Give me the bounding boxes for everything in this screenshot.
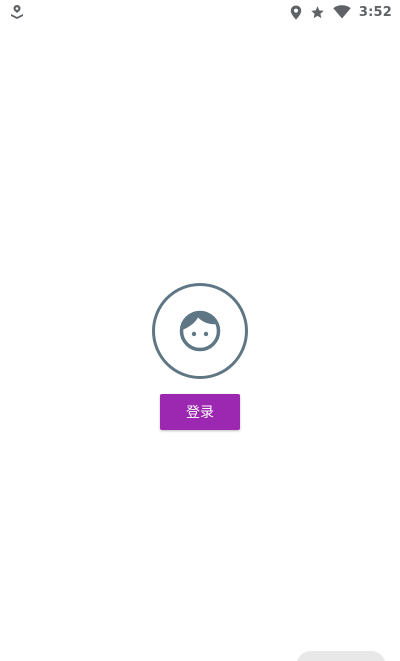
location-icon — [290, 5, 302, 20]
star-icon — [310, 5, 325, 20]
app-notification-icon — [10, 4, 24, 20]
avatar[interactable] — [152, 283, 248, 379]
user-face-icon — [178, 309, 222, 353]
login-screen: 3:52 登录 — [0, 0, 400, 661]
wifi-icon — [333, 5, 351, 19]
status-time: 3:52 — [358, 4, 392, 20]
status-bar: 3:52 — [0, 0, 400, 24]
floating-pill[interactable] — [296, 651, 386, 661]
status-bar-left — [10, 4, 24, 20]
login-button[interactable]: 登录 — [160, 394, 240, 430]
login-panel: 登录 — [0, 283, 400, 430]
status-bar-right: 3:52 — [290, 5, 392, 20]
